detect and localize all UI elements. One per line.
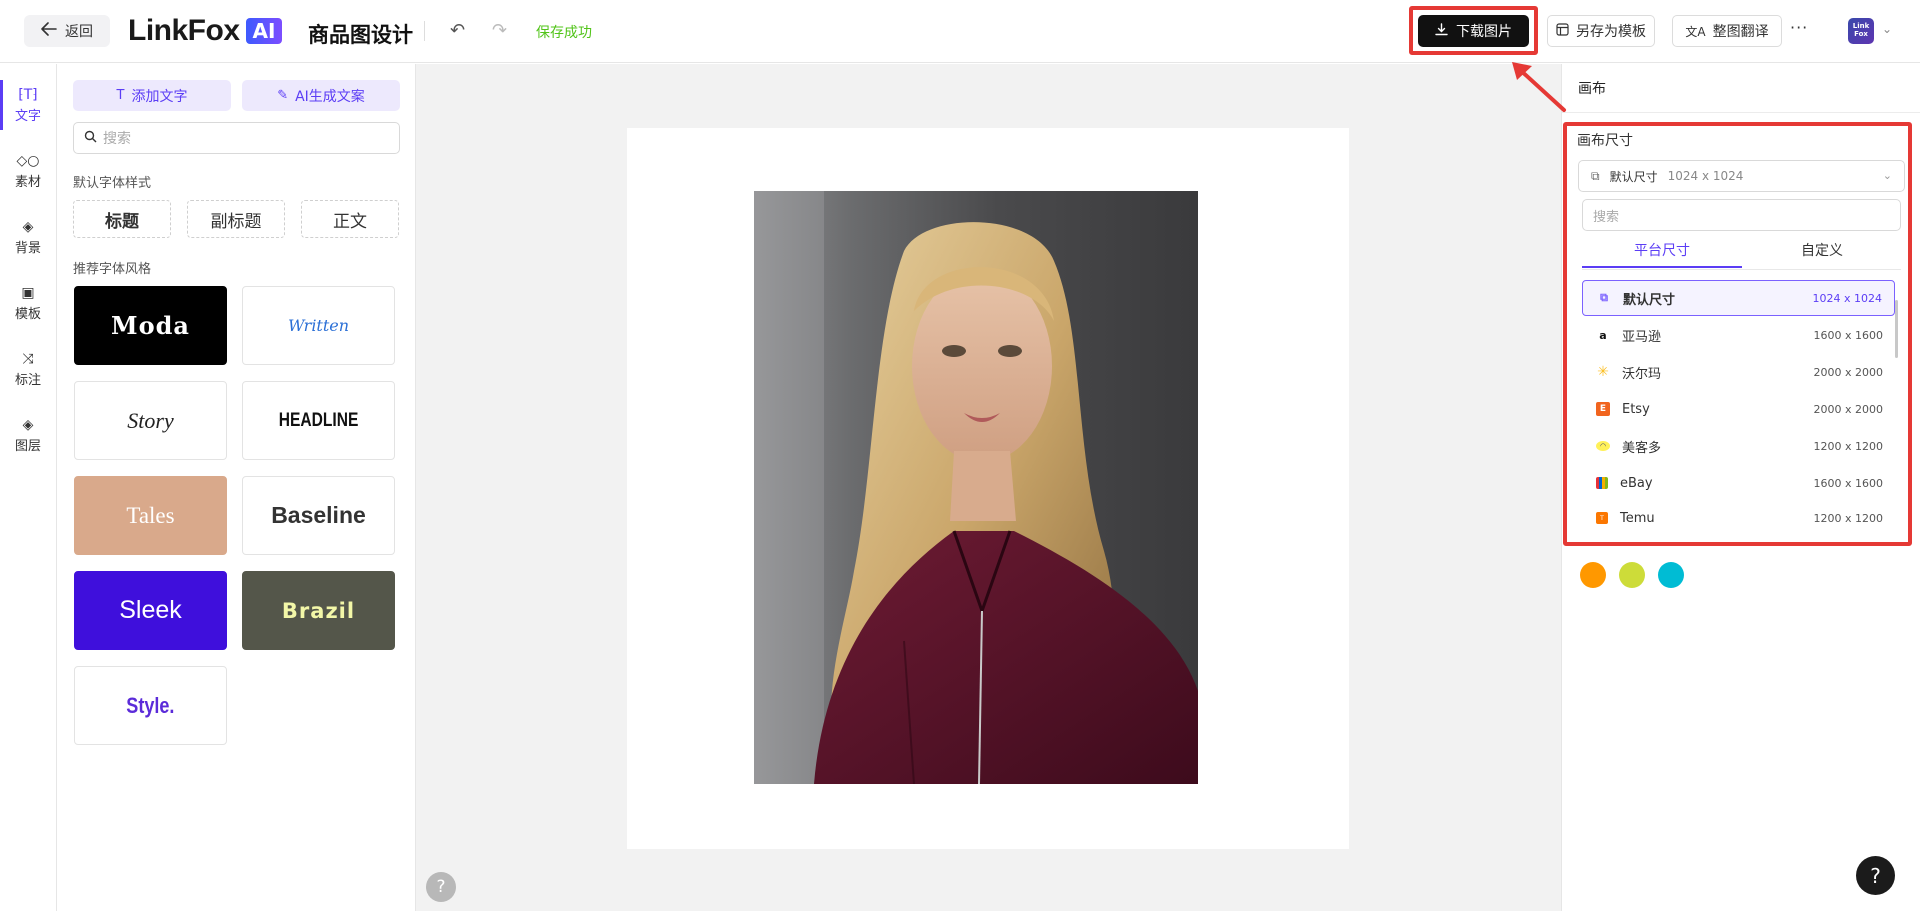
- left-rail: ⁅T⁆ 文字 ◇○ 素材 ◈ 背景 ▣ 模板 ⤨ 标注 ◈ 图层: [0, 64, 57, 911]
- save-as-template-button[interactable]: 另存为模板: [1547, 15, 1655, 47]
- font-card-label: Story: [127, 407, 174, 433]
- color-swatch-cyan[interactable]: [1658, 562, 1684, 588]
- font-card-sleek[interactable]: Sleek: [74, 571, 227, 650]
- chevron-down-icon[interactable]: ⌄: [1882, 22, 1892, 36]
- more-icon[interactable]: ···: [1790, 18, 1808, 37]
- rail-item-label: 素材: [14, 175, 41, 190]
- font-card-label: Baseline: [271, 502, 366, 528]
- magic-wand-icon: ✎: [277, 88, 289, 103]
- rail-item-label: 模板: [14, 307, 41, 322]
- rail-item-text[interactable]: ⁅T⁆ 文字: [0, 78, 56, 134]
- ai-copy-button[interactable]: ✎ AI生成文案: [242, 80, 400, 111]
- font-card-brazil[interactable]: Brazil: [242, 571, 395, 650]
- text-icon: T: [116, 88, 125, 103]
- color-swatch-lime[interactable]: [1619, 562, 1645, 588]
- help-button[interactable]: ?: [426, 872, 456, 902]
- style-subtitle-button[interactable]: 副标题: [187, 200, 285, 238]
- logo: LinkFox AI: [128, 14, 283, 48]
- rail-item-label: 标注: [14, 373, 41, 388]
- rail-item-background[interactable]: ◈ 背景: [0, 210, 56, 266]
- translate-image-button[interactable]: 文A 整图翻译: [1672, 15, 1782, 47]
- section-label: 默认字体样式: [73, 176, 152, 191]
- font-card-label: Written: [287, 316, 350, 335]
- rail-item-layers[interactable]: ◈ 图层: [0, 408, 56, 464]
- back-button[interactable]: 返回: [24, 15, 110, 47]
- font-card-moda[interactable]: Moda: [74, 286, 227, 365]
- back-label: 返回: [65, 24, 93, 40]
- color-swatch-orange[interactable]: [1580, 562, 1606, 588]
- undo-icon[interactable]: ↶: [450, 20, 465, 41]
- page-title: 商品图设计: [308, 23, 413, 47]
- avatar[interactable]: Link Fox: [1848, 18, 1874, 44]
- template-icon: ▣: [21, 285, 35, 301]
- canvas-area: ?: [416, 64, 1561, 911]
- font-card-label: Tales: [126, 502, 175, 528]
- save-status: 保存成功: [536, 25, 592, 41]
- rail-item-annotation[interactable]: ⤨ 标注: [0, 342, 56, 398]
- search-icon: [84, 130, 97, 147]
- top-bar: 返回 LinkFox AI 商品图设计 ↶ ↷ 保存成功 下载图片 另存为模板 …: [0, 0, 1920, 63]
- style-title-button[interactable]: 标题: [73, 200, 171, 238]
- panel-title: 画布: [1578, 81, 1606, 97]
- redo-icon[interactable]: ↷: [492, 20, 507, 41]
- rail-item-label: 文字: [14, 109, 41, 124]
- download-label: 下载图片: [1456, 24, 1512, 40]
- ai-copy-label: AI生成文案: [295, 88, 365, 105]
- font-card-style[interactable]: Style.: [74, 666, 227, 745]
- font-card-baseline[interactable]: Baseline: [242, 476, 395, 555]
- translate-icon: 文A: [1685, 24, 1706, 39]
- font-card-headline[interactable]: HEADLINE: [242, 381, 395, 460]
- add-text-label: 添加文字: [131, 88, 188, 105]
- divider: [1562, 112, 1920, 113]
- font-card-label: HEADLINE: [278, 409, 359, 431]
- portrait-illustration: [754, 191, 1198, 784]
- search-input[interactable]: 搜索: [73, 122, 400, 154]
- text-icon: ⁅T⁆: [18, 87, 38, 103]
- help-button[interactable]: ?: [1856, 856, 1895, 895]
- font-card-label: Brazil: [281, 598, 356, 623]
- font-card-tales[interactable]: Tales: [74, 476, 227, 555]
- template-icon: [1556, 22, 1569, 40]
- translate-label: 整图翻译: [1712, 24, 1769, 40]
- text-panel: T 添加文字 ✎ AI生成文案 搜索 默认字体样式 标题 副标题 正文 推荐字体…: [57, 64, 416, 911]
- divider: [424, 21, 425, 41]
- annotation-arrow: [1512, 62, 1566, 112]
- font-card-label: Style.: [126, 692, 175, 718]
- size-highlight-box: [1563, 122, 1912, 546]
- shapes-icon: ◇○: [16, 153, 40, 169]
- layer-icon: ◈: [22, 417, 34, 433]
- annotation-icon: ⤨: [22, 351, 34, 367]
- arrow-left-icon: [41, 22, 57, 40]
- download-icon: [1435, 22, 1448, 40]
- save-template-label: 另存为模板: [1576, 24, 1646, 40]
- font-card-written[interactable]: Written: [242, 286, 395, 365]
- product-photo[interactable]: [754, 191, 1198, 784]
- rail-item-assets[interactable]: ◇○ 素材: [0, 144, 56, 200]
- add-text-button[interactable]: T 添加文字: [73, 80, 231, 111]
- font-card-label: Sleek: [119, 596, 182, 624]
- logo-text: LinkFox: [128, 14, 240, 47]
- section-label: 推荐字体风格: [73, 262, 152, 277]
- font-card-label: Moda: [111, 311, 190, 340]
- font-card-story[interactable]: Story: [74, 381, 227, 460]
- search-placeholder: 搜索: [103, 131, 131, 147]
- rail-item-templates[interactable]: ▣ 模板: [0, 276, 56, 332]
- download-button[interactable]: 下载图片: [1418, 15, 1529, 47]
- rail-item-label: 图层: [14, 439, 41, 454]
- logo-badge: AI: [245, 18, 283, 44]
- style-body-button[interactable]: 正文: [301, 200, 399, 238]
- layers-icon: ◈: [22, 219, 34, 235]
- rail-item-label: 背景: [14, 241, 41, 256]
- artboard[interactable]: [627, 128, 1349, 849]
